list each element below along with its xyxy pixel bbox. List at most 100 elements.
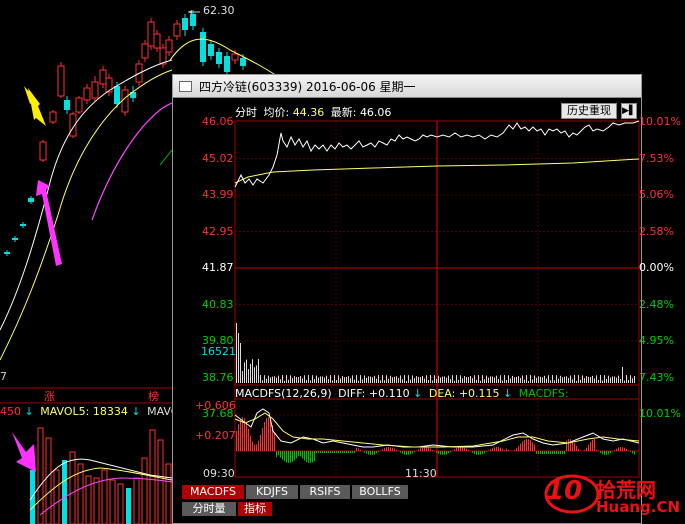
- candle-body: [147, 21, 155, 47]
- macd-bar: [604, 451, 605, 455]
- macd-bar: [588, 444, 589, 451]
- macd-bar: [542, 451, 543, 454]
- volume-bar: [564, 376, 565, 383]
- volume-bar: [478, 375, 479, 383]
- macd-bar: [326, 451, 327, 453]
- volume-bar: [292, 378, 293, 383]
- volume-bar: [524, 379, 525, 383]
- percent-tick-7: 7.43%: [639, 370, 674, 384]
- macd-bar: [490, 449, 491, 451]
- macdfs-label: MACDFS:: [518, 387, 569, 400]
- macd-bar: [290, 451, 291, 463]
- volume-bar: [492, 376, 493, 383]
- macd-bar: [320, 451, 321, 453]
- macd-bar: [348, 451, 349, 453]
- volume-bar: [500, 375, 501, 383]
- volume-bar: [354, 379, 355, 383]
- volume-bar: [526, 375, 527, 383]
- watermark-number: 10: [546, 476, 583, 506]
- volume-bar: [366, 377, 367, 383]
- bg-volume-bar: [157, 439, 164, 524]
- volume-bar: [506, 380, 507, 383]
- macd-bar: [366, 451, 367, 454]
- volume-bar: [376, 378, 377, 383]
- volume-bar: [310, 380, 311, 383]
- macd-bar: [498, 447, 499, 451]
- macd-bar: [478, 451, 479, 455]
- macd-bar: [402, 451, 403, 454]
- ma-line-yellow: [0, 69, 173, 361]
- volume-bar: [288, 379, 289, 383]
- tab-intraday-volume[interactable]: 分时量: [182, 502, 236, 516]
- tab-macdfs[interactable]: MACDFS: [182, 485, 244, 499]
- volume-bar: [560, 375, 561, 383]
- volume-bar: [294, 376, 295, 383]
- macd-bar: [288, 451, 289, 463]
- volume-bar: [446, 377, 447, 383]
- bg-volume-bar: [101, 469, 108, 524]
- limit-up-label: 涨: [44, 390, 55, 403]
- macd-bar: [396, 449, 397, 451]
- volume-bar: [370, 376, 371, 383]
- macd-bar: [536, 451, 537, 454]
- macd-bar: [298, 451, 299, 456]
- macd-bar: [544, 451, 545, 454]
- macd-bar: [568, 439, 569, 451]
- volume-bar: [592, 375, 593, 383]
- volume-bar: [608, 375, 609, 383]
- time-tick-open: 09:30: [203, 467, 235, 480]
- volume-bar: [482, 375, 483, 383]
- volume-bar: [544, 375, 545, 383]
- macd-bar: [302, 451, 303, 459]
- macd-bar: [586, 447, 587, 451]
- volume-left-value: 450: [0, 405, 21, 418]
- macd-bar: [528, 439, 529, 451]
- volume-bar: [574, 375, 575, 383]
- volume-bar: [428, 380, 429, 383]
- candle-body: [75, 97, 83, 113]
- diff-value: +0.110: [368, 387, 410, 400]
- macd-bar: [376, 451, 377, 454]
- volume-bar: [572, 379, 573, 383]
- volume-bar: [440, 377, 441, 383]
- macd-bar: [456, 448, 457, 451]
- volume-bar: [512, 375, 513, 383]
- volume-bar: [276, 377, 277, 383]
- volume-bar: [606, 378, 607, 383]
- volume-bar: [466, 377, 467, 383]
- macd-bar: [496, 447, 497, 451]
- macd-bar: [428, 447, 429, 451]
- volume-bar: [508, 375, 509, 383]
- volume-bar: [618, 375, 619, 383]
- tab-bollfs[interactable]: BOLLFS: [352, 485, 408, 499]
- macd-bar: [450, 451, 451, 452]
- volume-bar: [396, 376, 397, 383]
- volume-bar: [324, 377, 325, 383]
- candle-body: [182, 18, 188, 30]
- candle-body: [165, 39, 173, 53]
- tab-rsifs[interactable]: RSIFS: [300, 485, 350, 499]
- macd-bar: [574, 443, 575, 451]
- candle-body: [57, 65, 65, 97]
- tab-indicator[interactable]: 指标: [238, 502, 272, 516]
- candle-body: [240, 58, 246, 66]
- time-tick-midday: 11:30: [405, 467, 437, 480]
- macd-bar: [532, 442, 533, 451]
- candle-body: [49, 111, 57, 123]
- tab-kdjfs[interactable]: KDJFS: [246, 485, 298, 499]
- macd-bar: [442, 451, 443, 455]
- volume-bar: [548, 375, 549, 383]
- volume-bar: [516, 376, 517, 383]
- candle-body: [28, 198, 34, 202]
- intraday-popup-window[interactable]: 四方冷链(603339) 2016-06-06 星期一 分时 均价: 44.36…: [172, 74, 681, 524]
- volume-bar: [426, 375, 427, 383]
- volume-bar: [534, 375, 535, 383]
- volume-bar: [594, 378, 595, 383]
- volume-bar: [554, 380, 555, 383]
- volume-bar: [470, 376, 471, 383]
- magenta-arrow-lower-icon: [12, 432, 36, 472]
- volume-bar: [424, 378, 425, 383]
- price-tick-3: 42.95: [202, 224, 234, 238]
- macd-bar: [578, 448, 579, 451]
- volume-bar: [456, 375, 457, 383]
